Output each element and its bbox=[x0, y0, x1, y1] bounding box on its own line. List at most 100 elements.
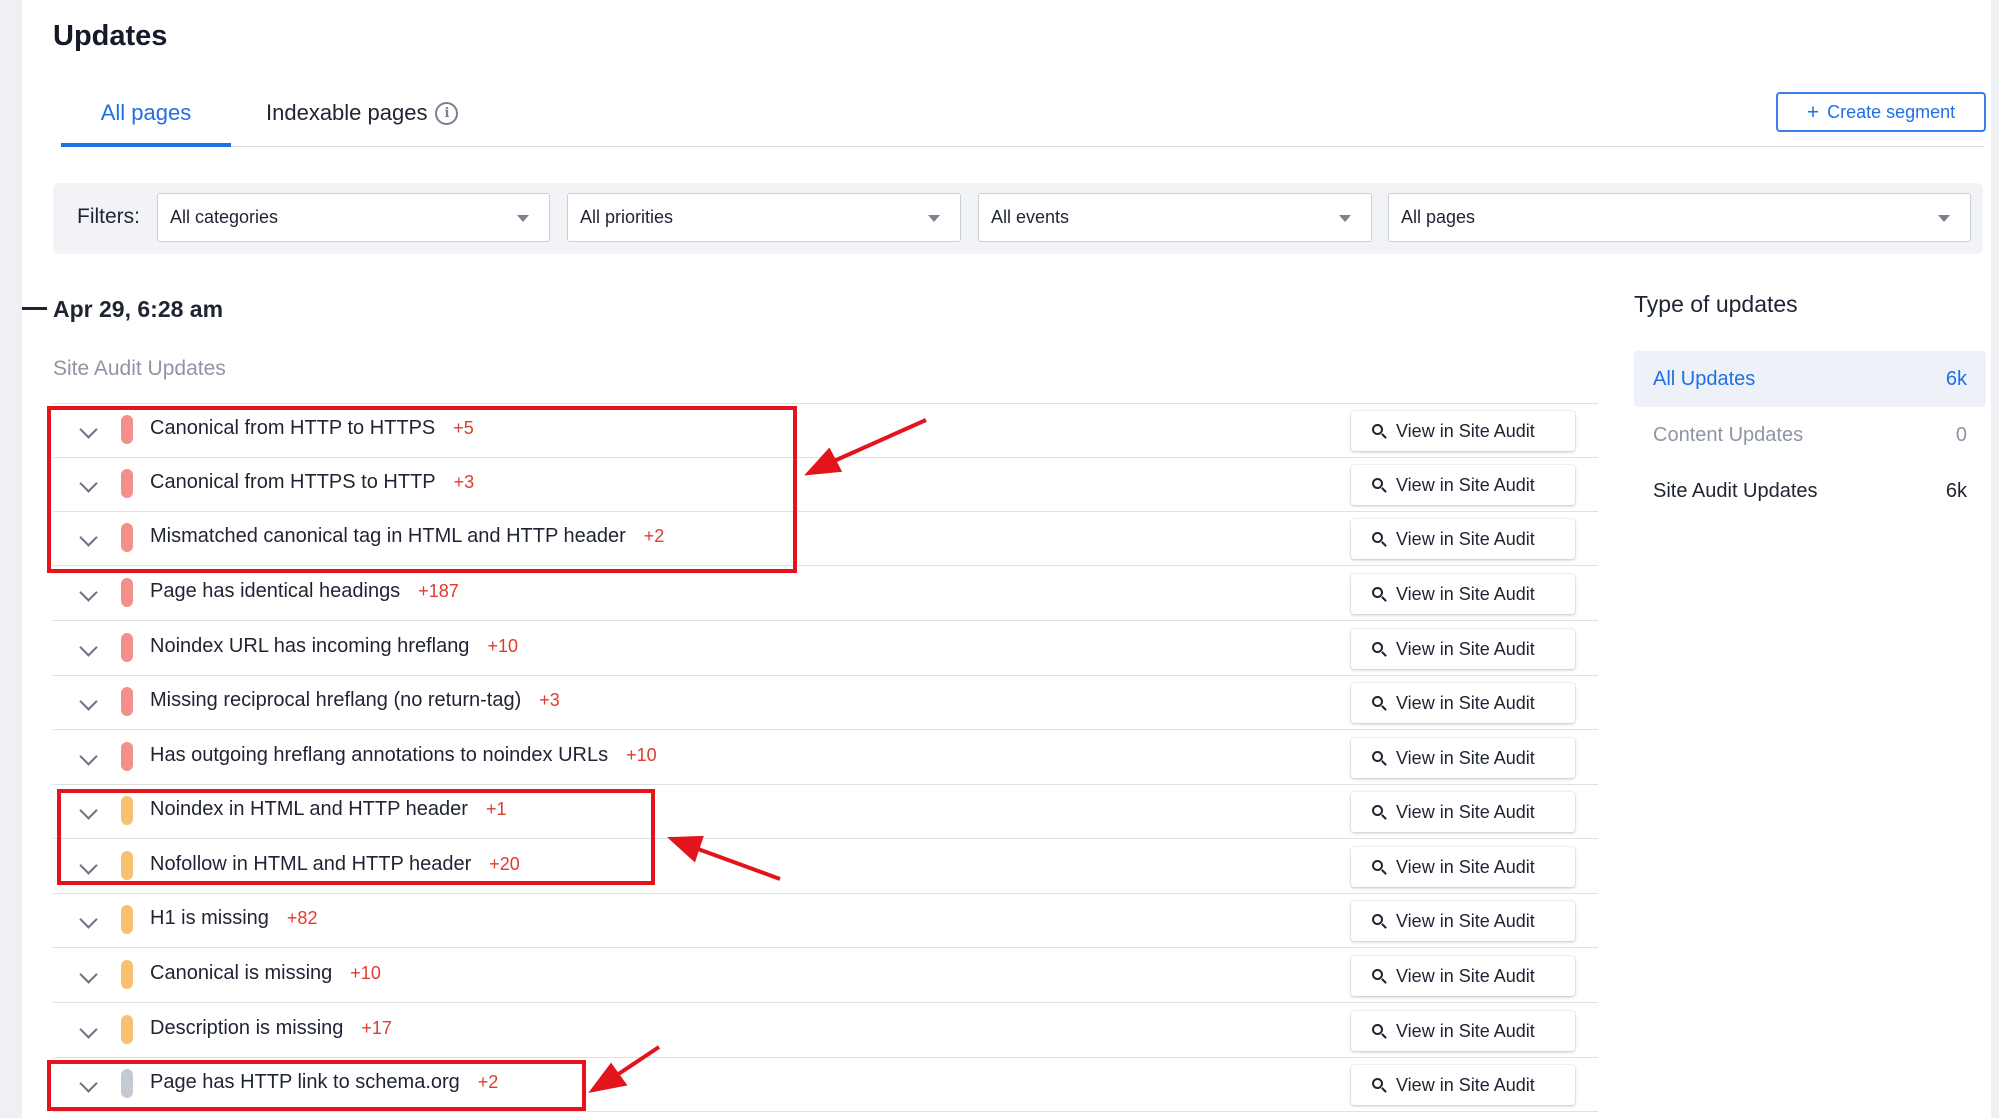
chevron-down-icon[interactable] bbox=[79, 856, 98, 875]
event-filter-select[interactable]: All events bbox=[978, 193, 1372, 242]
update-name: Noindex in HTML and HTTP header +1 bbox=[150, 798, 506, 821]
caret-down-icon bbox=[928, 215, 940, 222]
update-row: Page has HTTP link to schema.org +2 View … bbox=[53, 1058, 1598, 1112]
chevron-down-icon[interactable] bbox=[79, 910, 98, 929]
left-gutter bbox=[0, 0, 22, 1118]
search-icon bbox=[1372, 913, 1387, 929]
chevron-down-icon[interactable] bbox=[79, 528, 98, 547]
page-title: Updates bbox=[53, 20, 168, 52]
view-in-site-audit-button[interactable]: View in Site Audit bbox=[1351, 1065, 1575, 1105]
view-in-site-audit-label: View in Site Audit bbox=[1396, 801, 1535, 822]
search-icon bbox=[1372, 641, 1387, 657]
tab-all-pages-label: All pages bbox=[100, 100, 192, 125]
view-in-site-audit-button[interactable]: View in Site Audit bbox=[1351, 683, 1575, 723]
info-icon[interactable]: i bbox=[435, 102, 459, 125]
tab-indexable-pages[interactable]: Indexable pages i bbox=[266, 90, 459, 147]
sidebar-item-content-updates[interactable]: Content Updates 0 bbox=[1634, 407, 1986, 463]
update-name-text: Canonical is missing bbox=[150, 962, 333, 984]
timeline-marker bbox=[22, 307, 47, 310]
update-name-text: Noindex URL has incoming hreflang bbox=[150, 635, 470, 657]
update-name: Noindex URL has incoming hreflang +10 bbox=[150, 635, 518, 658]
chevron-down-icon[interactable] bbox=[79, 638, 98, 657]
caret-down-icon bbox=[1938, 215, 1950, 222]
caret-down-icon bbox=[517, 215, 529, 222]
update-count: +20 bbox=[489, 854, 520, 874]
search-icon bbox=[1372, 1023, 1387, 1039]
view-in-site-audit-button[interactable]: View in Site Audit bbox=[1351, 411, 1575, 451]
view-in-site-audit-label: View in Site Audit bbox=[1396, 965, 1535, 986]
priority-filter-select[interactable]: All priorities bbox=[567, 193, 961, 242]
view-in-site-audit-button[interactable]: View in Site Audit bbox=[1351, 901, 1575, 941]
view-in-site-audit-button[interactable]: View in Site Audit bbox=[1351, 792, 1575, 832]
view-in-site-audit-button[interactable]: View in Site Audit bbox=[1351, 847, 1575, 887]
update-count: +5 bbox=[453, 418, 474, 438]
chevron-down-icon[interactable] bbox=[79, 692, 98, 711]
update-name-text: Canonical from HTTP to HTTPS bbox=[150, 417, 436, 439]
chevron-down-icon[interactable] bbox=[79, 420, 98, 439]
sidebar-item-count: 6k bbox=[1945, 367, 1967, 390]
section-label: Site Audit Updates bbox=[53, 357, 226, 380]
severity-indicator bbox=[121, 796, 133, 825]
tab-all-pages[interactable]: All pages bbox=[61, 90, 231, 147]
view-in-site-audit-label: View in Site Audit bbox=[1396, 583, 1535, 604]
search-icon bbox=[1372, 586, 1387, 602]
pages-filter-value: All pages bbox=[1401, 207, 1476, 227]
sidebar-item-site-audit-updates[interactable]: Site Audit Updates 6k bbox=[1634, 463, 1986, 519]
update-name: Page has HTTP link to schema.org +2 bbox=[150, 1071, 498, 1094]
update-count: +10 bbox=[626, 745, 657, 765]
chevron-down-icon[interactable] bbox=[79, 1074, 98, 1093]
severity-indicator bbox=[121, 960, 133, 989]
chevron-down-icon[interactable] bbox=[79, 474, 98, 493]
view-in-site-audit-label: View in Site Audit bbox=[1396, 856, 1535, 877]
severity-indicator bbox=[121, 578, 133, 607]
sidebar-item-label: Content Updates bbox=[1653, 423, 1804, 446]
view-in-site-audit-button[interactable]: View in Site Audit bbox=[1351, 574, 1575, 614]
update-name-text: Noindex in HTML and HTTP header bbox=[150, 798, 468, 820]
view-in-site-audit-button[interactable]: View in Site Audit bbox=[1351, 465, 1575, 505]
view-in-site-audit-label: View in Site Audit bbox=[1396, 1020, 1535, 1041]
update-count: +2 bbox=[477, 1072, 499, 1092]
view-in-site-audit-button[interactable]: View in Site Audit bbox=[1351, 629, 1575, 669]
severity-indicator bbox=[121, 415, 133, 444]
sidebar-title: Type of updates bbox=[1634, 291, 1798, 317]
update-name: Nofollow in HTML and HTTP header +20 bbox=[150, 853, 520, 876]
view-in-site-audit-button[interactable]: View in Site Audit bbox=[1351, 738, 1575, 778]
severity-indicator bbox=[121, 633, 133, 662]
pages-filter-select[interactable]: All pages bbox=[1388, 193, 1971, 242]
chevron-down-icon[interactable] bbox=[79, 965, 98, 984]
chevron-down-icon[interactable] bbox=[79, 801, 98, 820]
severity-indicator bbox=[121, 905, 133, 934]
view-in-site-audit-label: View in Site Audit bbox=[1396, 420, 1535, 441]
update-count: +10 bbox=[350, 963, 381, 983]
create-segment-label: Create segment bbox=[1827, 101, 1956, 122]
filters-bar: Filters: All categories All priorities A… bbox=[53, 183, 1983, 254]
sidebar-item-label: Site Audit Updates bbox=[1653, 479, 1818, 502]
view-in-site-audit-button[interactable]: View in Site Audit bbox=[1351, 956, 1575, 996]
search-icon bbox=[1372, 477, 1387, 493]
tab-bar: All pages Indexable pages i bbox=[61, 90, 1984, 147]
update-row: Noindex URL has incoming hreflang +10 Vie… bbox=[53, 622, 1598, 676]
update-name-text: Description is missing bbox=[150, 1017, 344, 1039]
create-segment-button[interactable]: + Create segment bbox=[1776, 92, 1986, 132]
chevron-down-icon[interactable] bbox=[79, 747, 98, 766]
update-row: Page has identical headings +187 View in … bbox=[53, 567, 1598, 621]
update-name-text: Missing reciprocal hreflang (no return-t… bbox=[150, 689, 522, 711]
view-in-site-audit-button[interactable]: View in Site Audit bbox=[1351, 519, 1575, 559]
update-row: Canonical is missing +10 View in Site Aud… bbox=[53, 949, 1598, 1003]
update-name-text: H1 is missing bbox=[150, 907, 269, 929]
update-name-text: Page has identical headings bbox=[150, 580, 401, 602]
search-icon bbox=[1372, 423, 1387, 439]
category-filter-select[interactable]: All categories bbox=[157, 193, 550, 242]
severity-indicator bbox=[121, 851, 133, 880]
category-filter-value: All categories bbox=[170, 207, 279, 227]
view-in-site-audit-button[interactable]: View in Site Audit bbox=[1351, 1011, 1575, 1051]
update-row: Canonical from HTTP to HTTPS +5 View in S… bbox=[53, 404, 1598, 458]
search-icon bbox=[1372, 750, 1387, 766]
sidebar-item-all-updates[interactable]: All Updates 6k bbox=[1634, 351, 1986, 407]
update-name-text: Canonical from HTTPS to HTTP bbox=[150, 471, 436, 493]
update-count: +10 bbox=[487, 636, 518, 656]
right-scrollbar[interactable] bbox=[1991, 0, 1999, 1118]
chevron-down-icon[interactable] bbox=[79, 583, 98, 602]
update-row: Description is missing +17 View in Site A… bbox=[53, 1004, 1598, 1058]
chevron-down-icon[interactable] bbox=[79, 1020, 98, 1039]
